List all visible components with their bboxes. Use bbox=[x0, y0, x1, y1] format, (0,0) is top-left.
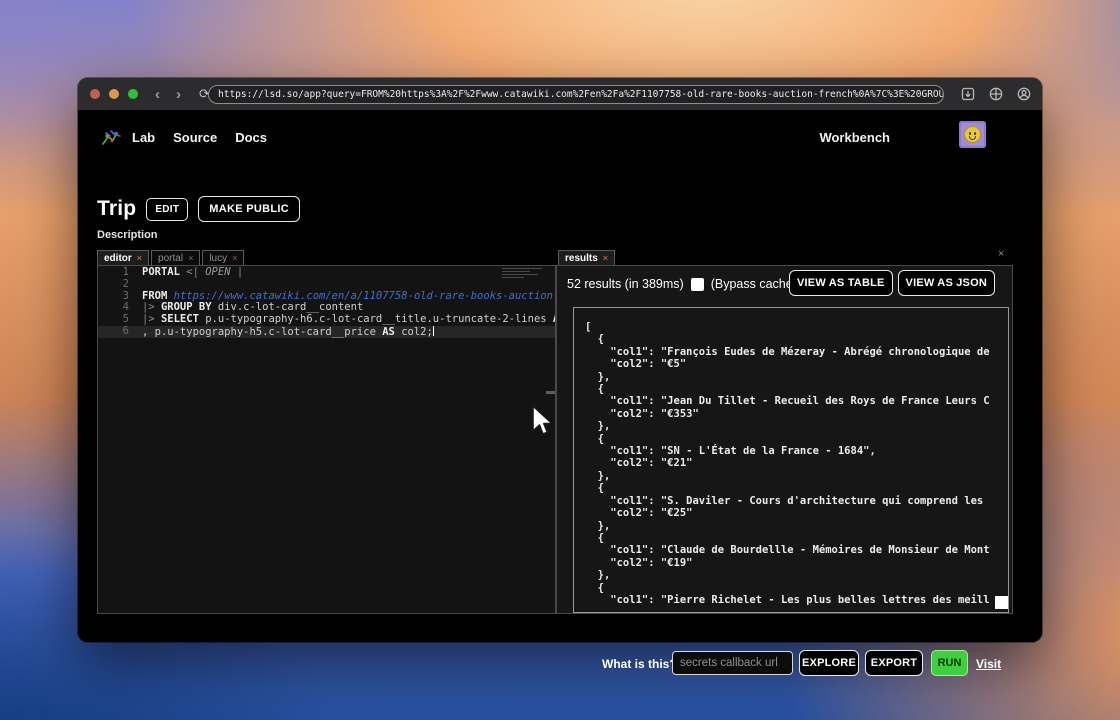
line-number: 1 bbox=[98, 267, 142, 279]
extensions-icon[interactable] bbox=[988, 86, 1004, 102]
what-is-this-label: What is this? bbox=[602, 657, 677, 671]
lsd-logo-icon[interactable] bbox=[99, 124, 126, 151]
tab-label: editor bbox=[104, 253, 132, 264]
line-number: 4 bbox=[98, 302, 142, 314]
text-cursor bbox=[433, 326, 435, 336]
smiley-face bbox=[964, 126, 981, 143]
view-as-table-button[interactable]: VIEW AS TABLE bbox=[789, 270, 893, 296]
code-text: |> SELECT p.u-typography-h6.c-lot-card__… bbox=[142, 314, 555, 326]
editor-scrollbar[interactable] bbox=[546, 391, 555, 394]
line-number: 5 bbox=[98, 314, 142, 326]
desktop: ‹ › ⟳ https://lsd.so/app?query=FROM%20ht… bbox=[0, 0, 1120, 720]
results-summary-row: 52 results (in 389ms) (Bypass cache) bbox=[567, 277, 797, 291]
forward-icon[interactable]: › bbox=[176, 87, 181, 102]
line-number: 2 bbox=[98, 279, 142, 291]
workbench-link[interactable]: Workbench bbox=[819, 130, 890, 145]
code-text: FROM https://www.catawiki.com/en/a/11077… bbox=[142, 291, 555, 303]
page-content: Lab Source Docs Workbench Trip EDIT MAKE P… bbox=[78, 110, 1042, 642]
explore-button[interactable]: EXPLORE bbox=[799, 650, 859, 676]
code-text: PORTAL <| OPEN | bbox=[142, 267, 555, 279]
nav-item-source[interactable]: Source bbox=[173, 130, 217, 145]
bypass-cache-label: (Bypass cache) bbox=[711, 277, 797, 291]
traffic-close-button[interactable] bbox=[90, 89, 100, 99]
line-number: 3 bbox=[98, 291, 142, 303]
editor-tab-editor[interactable]: editor × bbox=[97, 250, 149, 265]
tab-label: portal bbox=[158, 253, 183, 264]
results-panel-close-icon[interactable]: × bbox=[998, 248, 1004, 260]
run-button[interactable]: RUN bbox=[931, 650, 968, 676]
results-tab-close-icon[interactable]: × bbox=[603, 254, 608, 263]
secrets-callback-input[interactable] bbox=[672, 651, 793, 675]
url-bar[interactable]: https://lsd.so/app?query=FROM%20https%3A… bbox=[208, 85, 944, 104]
view-buttons: VIEW AS TABLE VIEW AS JSON bbox=[789, 270, 995, 296]
back-icon[interactable]: ‹ bbox=[155, 87, 160, 102]
site-nav: Lab Source Docs Workbench bbox=[78, 116, 1042, 158]
traffic-minimize-button[interactable] bbox=[109, 89, 119, 99]
code-line-3[interactable]: 3FROM https://www.catawiki.com/en/a/1107… bbox=[98, 291, 555, 303]
title-row: Trip EDIT MAKE PUBLIC bbox=[97, 196, 300, 222]
visit-link[interactable]: Visit bbox=[976, 657, 1001, 671]
make-public-button[interactable]: MAKE PUBLIC bbox=[198, 196, 300, 222]
code-line-1[interactable]: 1PORTAL <| OPEN | bbox=[98, 267, 555, 279]
code-text: |> GROUP BY div.c-lot-card__content bbox=[142, 302, 555, 314]
json-output: [ { "col1": "François Eudes de Mézeray -… bbox=[585, 321, 1008, 606]
editor-minimap bbox=[502, 268, 546, 280]
json-results-box[interactable]: [ { "col1": "François Eudes de Mézeray -… bbox=[573, 307, 1009, 613]
traffic-zoom-button[interactable] bbox=[128, 89, 138, 99]
results-tab[interactable]: results × bbox=[558, 250, 615, 265]
save-page-icon[interactable] bbox=[960, 86, 976, 102]
editor-tab-lucy[interactable]: lucy × bbox=[202, 250, 244, 265]
footer-bar: What is this? EXPLORE EXPORT RUN Visit bbox=[78, 650, 1042, 678]
edit-button[interactable]: EDIT bbox=[146, 198, 188, 221]
nav-links: Lab Source Docs bbox=[132, 130, 267, 145]
results-panel: 52 results (in 389ms) (Bypass cache) VIE… bbox=[556, 265, 1013, 614]
results-tab-label: results bbox=[565, 253, 598, 264]
browser-titlebar: ‹ › ⟳ https://lsd.so/app?query=FROM%20ht… bbox=[78, 78, 1042, 110]
mouse-cursor bbox=[529, 404, 555, 440]
line-number: 6 bbox=[98, 326, 142, 338]
export-button[interactable]: EXPORT bbox=[865, 650, 923, 676]
description-label: Description bbox=[97, 229, 158, 241]
code-text bbox=[142, 279, 555, 291]
tab-close-icon[interactable]: × bbox=[137, 254, 142, 263]
profile-icon[interactable] bbox=[1016, 86, 1032, 102]
page-title: Trip bbox=[97, 197, 136, 221]
nav-item-lab[interactable]: Lab bbox=[132, 130, 155, 145]
code-line-5[interactable]: 5|> SELECT p.u-typography-h6.c-lot-card_… bbox=[98, 314, 555, 326]
tab-close-icon[interactable]: × bbox=[232, 254, 237, 263]
code-text: , p.u-typography-h5.c-lot-card__price AS… bbox=[142, 326, 555, 338]
browser-window: ‹ › ⟳ https://lsd.so/app?query=FROM%20ht… bbox=[78, 78, 1042, 642]
editor-tabs: editor × portal × lucy × bbox=[97, 250, 244, 265]
nav-item-docs[interactable]: Docs bbox=[235, 130, 267, 145]
editor-tab-portal[interactable]: portal × bbox=[151, 250, 200, 265]
code-line-4[interactable]: 4|> GROUP BY div.c-lot-card__content bbox=[98, 302, 555, 314]
bypass-cache-checkbox[interactable] bbox=[691, 278, 704, 291]
resize-handle[interactable] bbox=[995, 596, 1008, 609]
code-line-6[interactable]: 6, p.u-typography-h5.c-lot-card__price A… bbox=[98, 326, 555, 338]
code-line-2[interactable]: 2 bbox=[98, 279, 555, 291]
tab-close-icon[interactable]: × bbox=[188, 254, 193, 263]
view-as-json-button[interactable]: VIEW AS JSON bbox=[898, 270, 995, 296]
results-count: 52 results (in 389ms) bbox=[567, 277, 684, 291]
code-lines: 1PORTAL <| OPEN |23FROM https://www.cata… bbox=[98, 267, 555, 338]
tab-label: lucy bbox=[209, 253, 227, 264]
code-editor[interactable]: 1PORTAL <| OPEN |23FROM https://www.cata… bbox=[97, 265, 556, 614]
smiley-blotter-icon[interactable] bbox=[959, 121, 986, 148]
